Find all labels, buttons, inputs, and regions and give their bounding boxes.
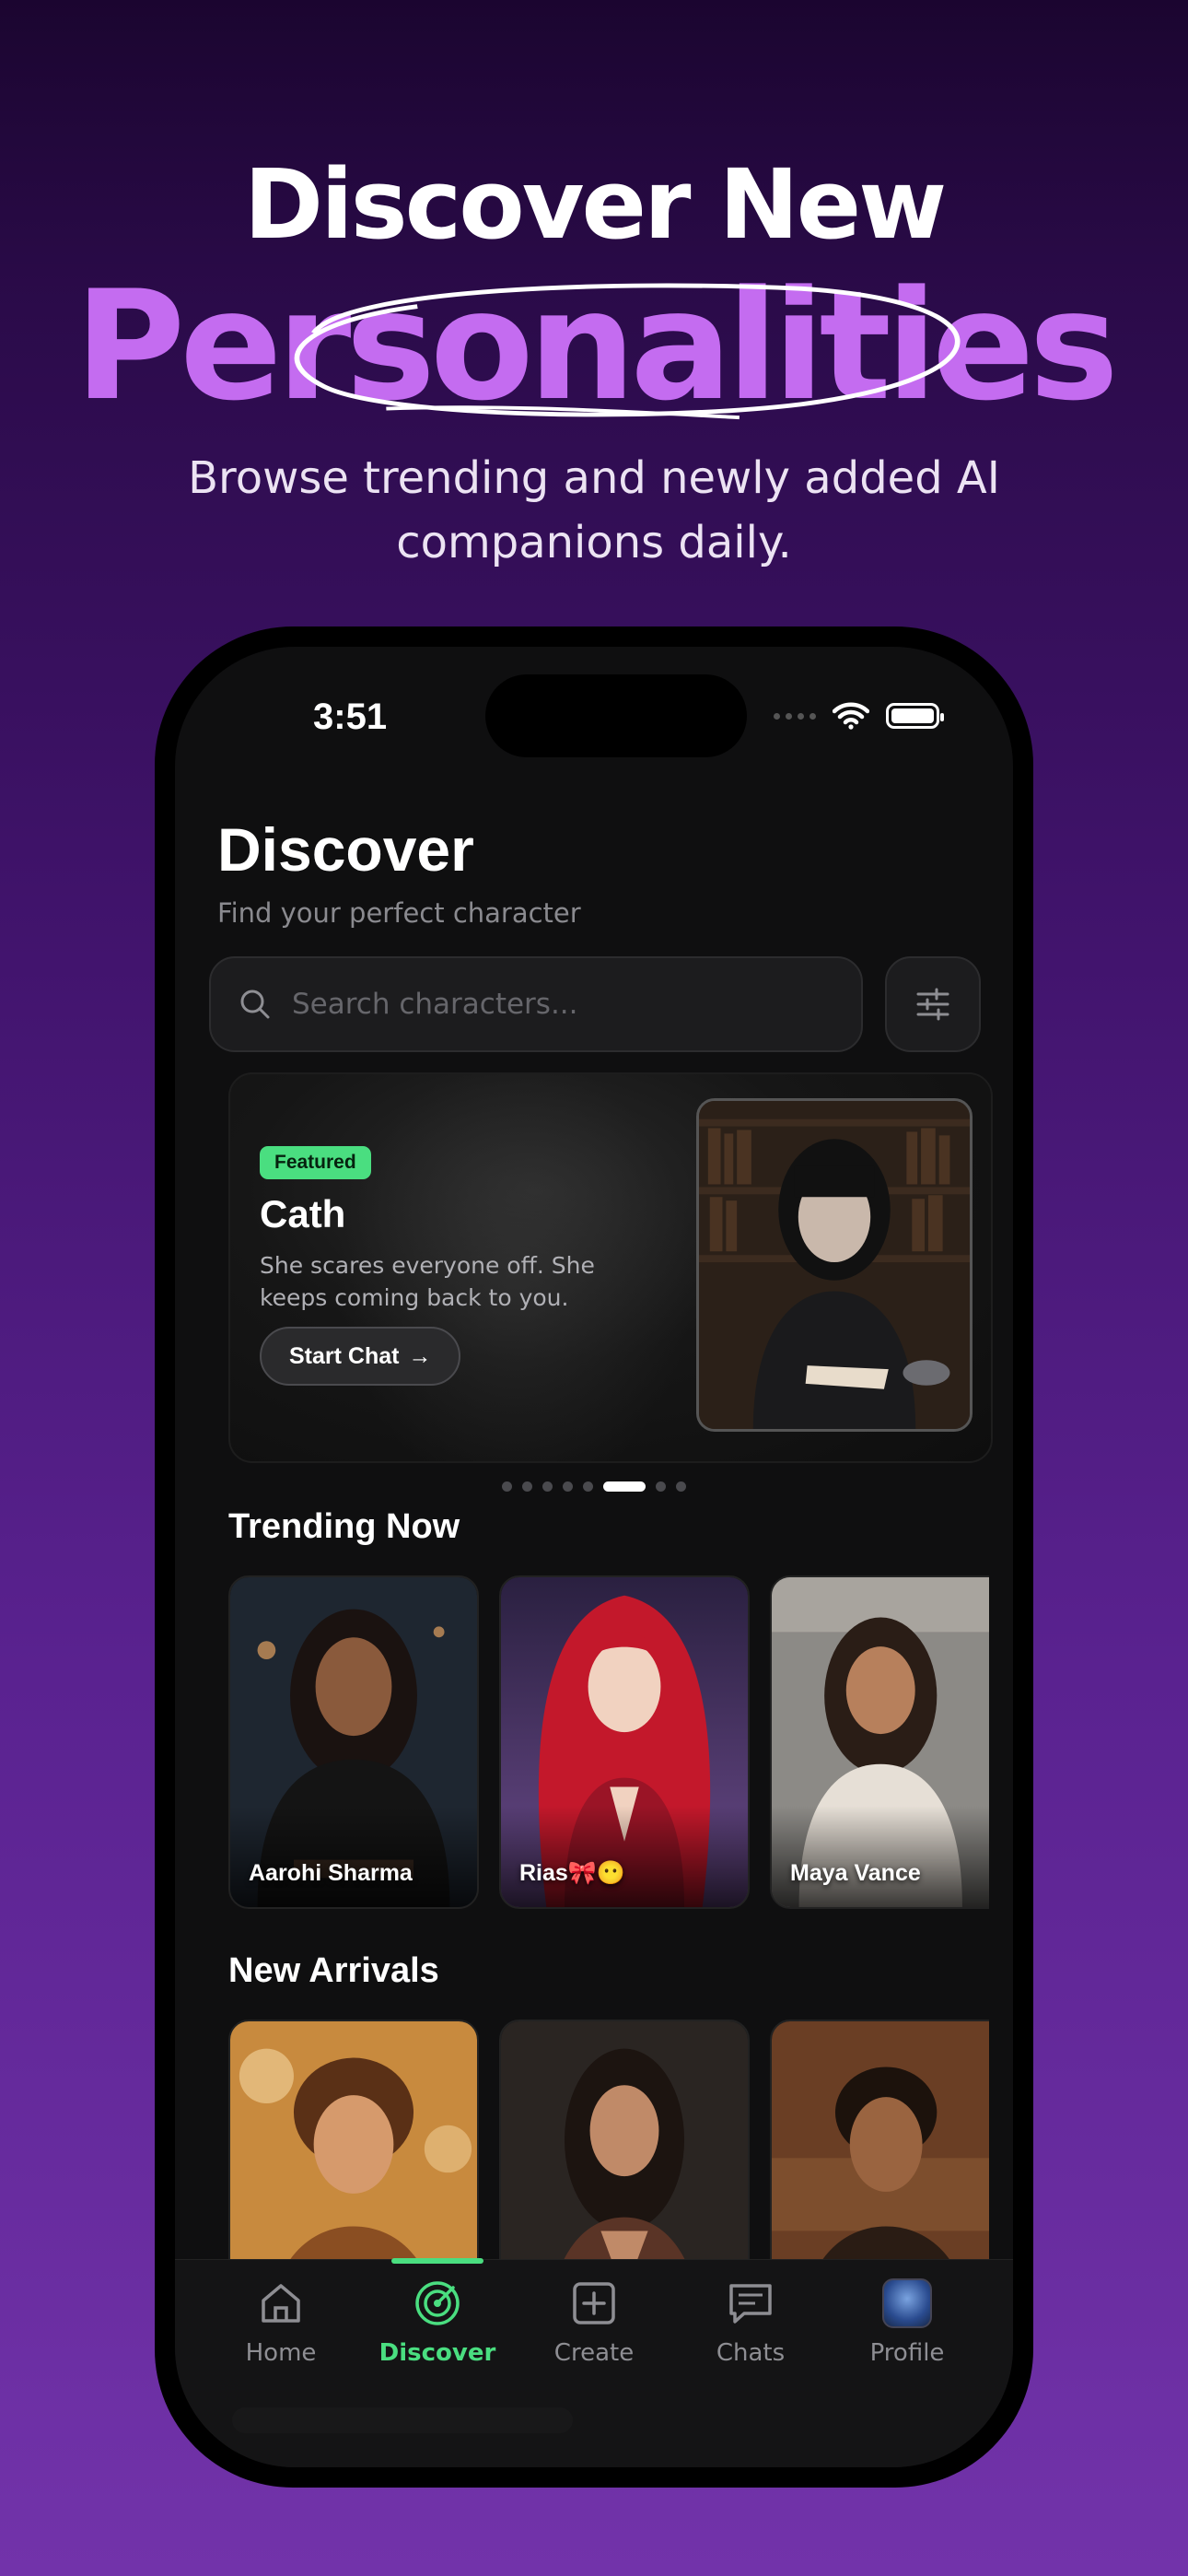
hero-section: Discover New Personalities Browse trendi… xyxy=(0,157,1188,575)
phone-frame: 3:51 Discover Find your perfect characte… xyxy=(155,626,1033,2488)
sliders-icon xyxy=(916,988,949,1021)
status-time: 3:51 xyxy=(313,697,388,737)
start-chat-label: Start Chat xyxy=(289,1342,400,1369)
tab-chats[interactable]: Chats xyxy=(677,2278,824,2367)
tab-home[interactable]: Home xyxy=(207,2278,355,2367)
pager-dot[interactable] xyxy=(502,1481,512,1492)
tab-label: Profile xyxy=(869,2339,945,2367)
character-card[interactable]: Aarohi Sharma xyxy=(228,1575,479,1909)
featured-portrait xyxy=(696,1098,973,1432)
hero-headline: Discover New xyxy=(243,148,947,261)
pager-dot[interactable] xyxy=(563,1481,573,1492)
scribble-oval-icon xyxy=(294,283,961,420)
new-arrivals-title: New Arrivals xyxy=(228,1951,439,1990)
signal-icon xyxy=(774,712,816,720)
status-bar: 3:51 xyxy=(175,647,1013,757)
pager-dot[interactable] xyxy=(656,1481,666,1492)
hero-subtitle-line2: companions daily. xyxy=(396,517,792,568)
radar-icon xyxy=(415,2281,460,2325)
search-bar[interactable] xyxy=(209,956,863,1052)
pager-dot[interactable] xyxy=(583,1481,593,1492)
home-icon xyxy=(262,2284,300,2323)
filter-button[interactable] xyxy=(885,956,981,1052)
start-chat-button[interactable]: Start Chat → xyxy=(260,1327,461,1386)
chat-icon xyxy=(729,2284,772,2324)
tab-bar: Home Discover Create Chats Profile xyxy=(175,2258,1013,2467)
arrow-right-icon: → xyxy=(408,1342,432,1369)
battery-icon xyxy=(886,703,944,729)
character-name: Maya Vance xyxy=(790,1860,921,1886)
tab-discover[interactable]: Discover xyxy=(364,2258,511,2367)
character-card[interactable]: Rias🎀😶 xyxy=(499,1575,750,1909)
pager-dot[interactable] xyxy=(603,1481,646,1492)
tab-label: Home xyxy=(245,2339,317,2367)
home-indicator xyxy=(232,2407,573,2433)
tab-label: Discover xyxy=(379,2339,496,2367)
featured-card[interactable]: Featured Cath She scares everyone off. S… xyxy=(228,1072,993,1463)
hero-subtitle: Browse trending and newly added AI compa… xyxy=(0,446,1188,575)
page-title: Discover xyxy=(217,815,474,884)
trending-title: Trending Now xyxy=(228,1507,460,1546)
hero-accent-word: Personalities xyxy=(75,271,1119,422)
hero-subtitle-line1: Browse trending and newly added AI xyxy=(188,452,1000,504)
trending-row: Aarohi Sharma Rias🎀😶 Maya Vance xyxy=(228,1575,989,1909)
search-icon xyxy=(240,989,270,1019)
wifi-icon xyxy=(833,702,869,730)
dynamic-island xyxy=(485,674,747,757)
character-card[interactable]: Maya Vance xyxy=(770,1575,989,1909)
search-input[interactable] xyxy=(292,988,808,1021)
featured-description: She scares everyone off. She keeps comin… xyxy=(260,1252,595,1311)
avatar xyxy=(882,2278,932,2328)
character-name: Aarohi Sharma xyxy=(249,1860,413,1886)
page-subtitle: Find your perfect character xyxy=(217,897,581,929)
tab-create[interactable]: Create xyxy=(520,2278,668,2367)
pager-dot[interactable] xyxy=(676,1481,686,1492)
pager-dot[interactable] xyxy=(542,1481,553,1492)
tab-profile[interactable]: Profile xyxy=(833,2278,981,2367)
featured-badge: Featured xyxy=(260,1146,371,1179)
plus-square-icon xyxy=(573,2282,615,2324)
app-screen: 3:51 Discover Find your perfect characte… xyxy=(175,647,1013,2467)
tab-label: Chats xyxy=(716,2339,786,2367)
status-icons xyxy=(774,702,944,730)
tab-label: Create xyxy=(553,2339,635,2367)
featured-name: Cath xyxy=(260,1192,346,1235)
carousel-pager[interactable] xyxy=(175,1481,1013,1492)
pager-dot[interactable] xyxy=(522,1481,532,1492)
character-name: Rias🎀😶 xyxy=(519,1860,626,1886)
